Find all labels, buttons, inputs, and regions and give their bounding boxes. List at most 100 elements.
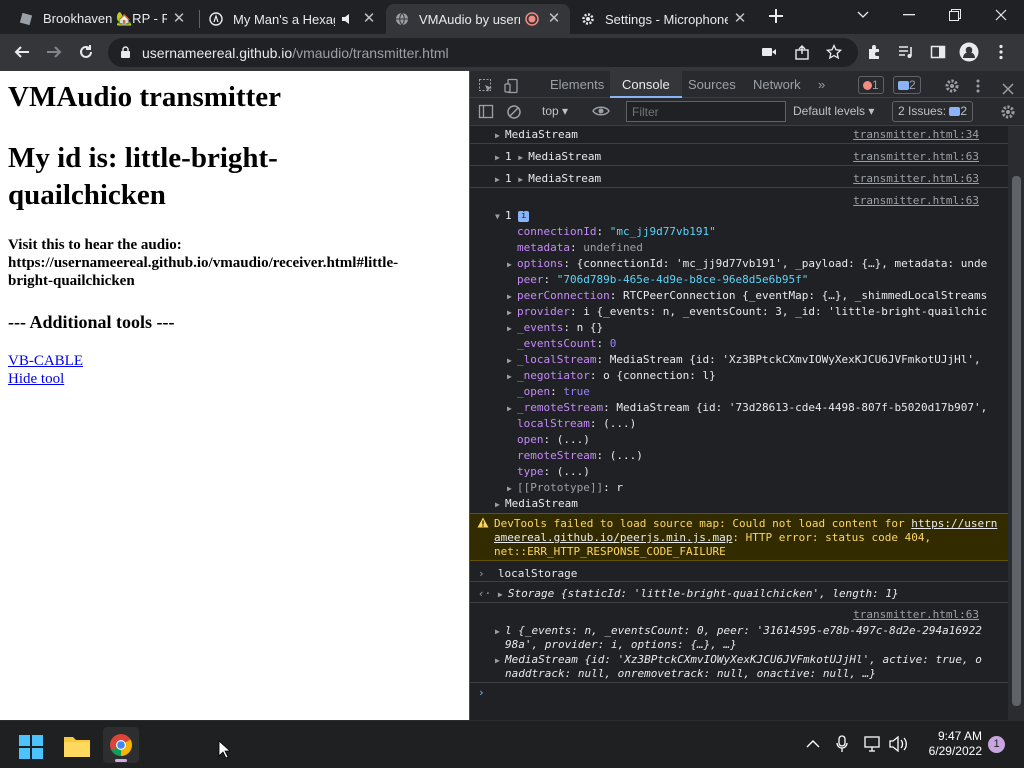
tab-settings[interactable]: Settings - Microphone ✕ xyxy=(572,4,756,34)
prop-row[interactable]: ▶ peerConnection: RTCPeerConnection {_eve… xyxy=(507,289,1008,302)
close-window-icon[interactable] xyxy=(978,0,1024,30)
media-control-icon[interactable] xyxy=(892,38,920,66)
device-toggle-icon[interactable] xyxy=(504,76,524,94)
notification-badge[interactable]: 1 xyxy=(988,736,1005,753)
tab-brookhaven[interactable]: Brookhaven 🏡RP - Ro ✕ xyxy=(10,4,195,34)
source-link[interactable]: transmitter.html:63 xyxy=(853,608,979,621)
tab-title: My Man's a Hexago xyxy=(233,11,335,27)
tab-search-icon[interactable] xyxy=(840,0,886,30)
site-icon xyxy=(208,11,224,27)
menu-kebab-icon[interactable] xyxy=(987,38,1015,66)
close-icon[interactable]: ✕ xyxy=(546,11,562,27)
warning-message: DevTools failed to load source map: Coul… xyxy=(470,513,1008,561)
warning-icon xyxy=(477,517,489,532)
prop-row[interactable]: ▶ _localStream: MediaStream {id: 'Xz3BPtc… xyxy=(507,353,1008,366)
browser-toolbar: usernameereal.github.io/vmaudio/transmit… xyxy=(0,34,1024,71)
prop-row: _eventsCount: 0 xyxy=(517,337,617,350)
console-entry[interactable]: ▶ MediaStream xyxy=(495,497,1008,510)
log-levels-dropdown[interactable]: Default levels ▾ xyxy=(793,104,874,118)
share-icon[interactable] xyxy=(788,38,816,66)
source-link[interactable]: transmitter.html:63 xyxy=(853,194,979,207)
getter-row[interactable]: type: (...) xyxy=(517,465,1008,478)
error-counter[interactable]: 1 xyxy=(858,76,884,94)
console-prompt[interactable]: › xyxy=(478,686,1008,699)
getter-row[interactable]: open: (...) xyxy=(517,433,1008,446)
roblox-icon xyxy=(18,11,34,27)
hide-tool-link[interactable]: Hide tool xyxy=(8,370,461,388)
tab-title: Settings - Microphone xyxy=(605,11,728,27)
prop-row[interactable]: ▶ _events: n {} xyxy=(507,321,1008,334)
more-tabs-icon[interactable]: » xyxy=(818,71,825,98)
tab-hexagon[interactable]: My Man's a Hexago ✕ xyxy=(200,4,385,34)
devtools-tabbar: Elements Console Sources Network » 1 2 xyxy=(470,71,1024,98)
clear-console-icon[interactable] xyxy=(506,104,522,123)
microphone-icon[interactable] xyxy=(835,735,849,756)
volume-icon[interactable] xyxy=(889,735,909,755)
url-path: /vmaudio/transmitter.html xyxy=(292,44,449,61)
new-tab-button[interactable] xyxy=(762,2,790,30)
devtools-tab-console[interactable]: Console xyxy=(610,71,682,98)
forward-icon[interactable] xyxy=(40,38,68,66)
getter-row[interactable]: localStream: (...) xyxy=(517,417,1008,430)
console-scrollbar[interactable] xyxy=(1008,126,1024,720)
prop-row[interactable]: ▶ provider: i {_events: n, _eventsCount: … xyxy=(507,305,1008,318)
time: 9:47 AM xyxy=(937,729,982,743)
chrome-taskbar-button[interactable] xyxy=(103,727,139,763)
sidebar-toggle-icon[interactable] xyxy=(478,104,494,123)
eye-icon[interactable] xyxy=(592,103,610,122)
scroll-thumb[interactable] xyxy=(1012,176,1021,706)
profile-avatar-icon[interactable] xyxy=(955,38,983,66)
tools-heading: --- Additional tools --- xyxy=(8,312,175,332)
prop-row[interactable]: ▶ options: {connectionId: 'mc_jj9d77vb191… xyxy=(507,257,1008,270)
close-icon[interactable]: ✕ xyxy=(171,11,187,27)
prop-row[interactable]: ▶ _negotiator: o {connection: l} xyxy=(507,369,1008,382)
windows-start-icon[interactable] xyxy=(18,734,44,763)
console-entry[interactable]: ▶ l {_events: n, _eventsCount: 0, peer: '… xyxy=(495,624,1008,637)
minimize-icon[interactable] xyxy=(886,0,932,30)
tab-vmaudio[interactable]: VMAudio by usern ✕ xyxy=(386,4,570,34)
message-icon xyxy=(898,81,909,91)
speaker-icon[interactable] xyxy=(339,11,355,27)
source-link[interactable]: transmitter.html:63 xyxy=(853,150,979,163)
vb-cable-link[interactable]: VB-CABLE xyxy=(8,352,461,370)
prototype-row[interactable]: ▶ [[Prototype]]: r xyxy=(507,481,1008,494)
back-icon[interactable] xyxy=(8,38,36,66)
side-panel-icon[interactable] xyxy=(924,38,952,66)
network-icon[interactable] xyxy=(864,736,882,755)
restore-icon[interactable] xyxy=(932,0,978,30)
console-result[interactable]: ‹· ▶ Storage {staticId: 'little-bright-qu… xyxy=(478,587,1008,600)
console-entry[interactable]: ▶ MediaStream {id: 'Xz3BPtckCXmvIOWyXexKJ… xyxy=(495,653,1008,666)
extensions-icon[interactable] xyxy=(860,38,888,66)
context-selector[interactable]: top ▾ xyxy=(542,104,568,118)
tab-title: VMAudio by usern xyxy=(419,11,520,27)
bookmark-star-icon[interactable] xyxy=(820,38,848,66)
close-icon[interactable]: ✕ xyxy=(732,11,748,27)
message-counter[interactable]: 2 xyxy=(893,76,921,94)
clock[interactable]: 9:47 AM 6/29/2022 xyxy=(918,729,982,759)
source-link[interactable]: transmitter.html:63 xyxy=(853,172,979,185)
console-entry-expanded[interactable]: ▼ 1 i xyxy=(495,209,1008,222)
close-icon[interactable]: ✕ xyxy=(361,11,377,27)
prop-row[interactable]: ▶ _remoteStream: MediaStream {id: '73d286… xyxy=(507,401,1008,414)
inspect-element-icon[interactable] xyxy=(478,76,498,94)
chevron-up-icon[interactable] xyxy=(806,738,820,752)
gear-icon xyxy=(580,11,596,27)
issues-button[interactable]: 2 Issues: 2 xyxy=(892,101,974,122)
console-toolbar: top ▾ Default levels ▾ 2 Issues: 2 xyxy=(470,98,1024,126)
getter-row[interactable]: remoteStream: (...) xyxy=(517,449,1008,462)
address-bar[interactable]: usernameereal.github.io/vmaudio/transmit… xyxy=(108,38,858,67)
lock-icon[interactable] xyxy=(108,46,142,59)
source-link[interactable]: transmitter.html:34 xyxy=(853,128,979,141)
file-explorer-icon[interactable] xyxy=(63,733,91,762)
info-icon: i xyxy=(518,210,530,222)
page-title: VMAudio transmitter xyxy=(8,81,282,113)
devtools-tab-elements[interactable]: Elements xyxy=(550,71,604,98)
camera-icon[interactable] xyxy=(755,38,783,66)
devtools-tab-network[interactable]: Network xyxy=(753,71,801,98)
dropdown-arrow-icon: ▾ xyxy=(868,104,875,118)
windows-taskbar: 9:47 AM 6/29/2022 1 xyxy=(0,720,1024,768)
reload-icon[interactable] xyxy=(72,38,100,66)
devtools-tab-sources[interactable]: Sources xyxy=(688,71,736,98)
console-filter-input[interactable] xyxy=(626,101,786,122)
console-settings-icon[interactable] xyxy=(1000,104,1016,123)
